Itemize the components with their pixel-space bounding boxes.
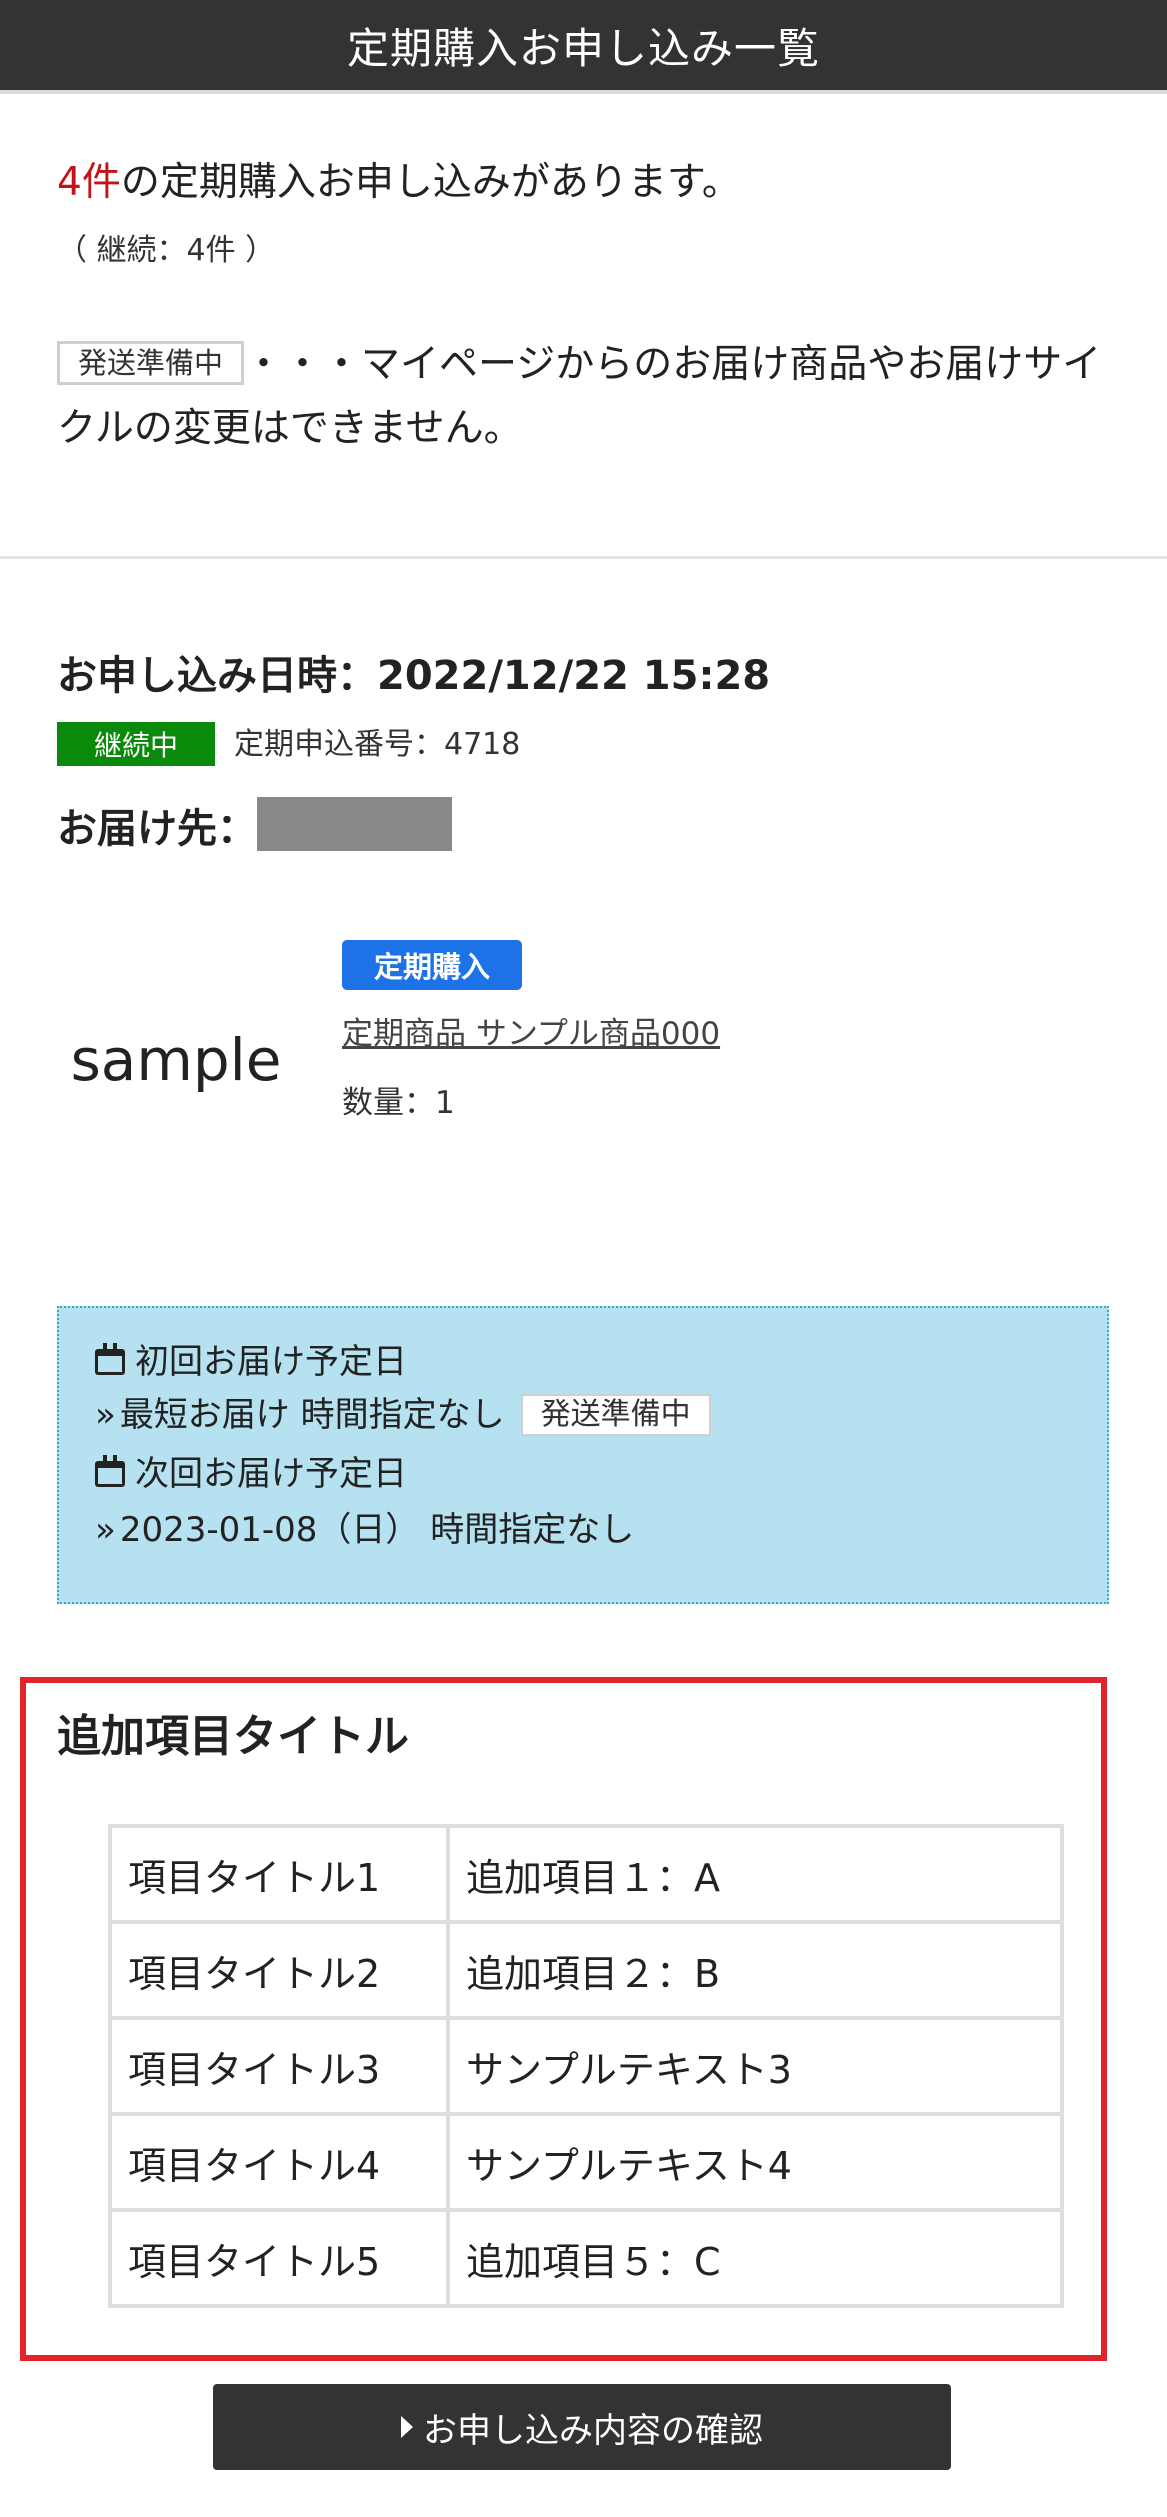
summary-section: 4件の定期購入お申し込みがあります。 （ 継続：4件 ） 発送準備中 ・・・マイペ… — [57, 155, 1117, 461]
first-delivery-value-row: » 最短お届け 時間指定なし 発送準備中 — [95, 1394, 1107, 1436]
item-value-cell: サンプルテキスト4 — [446, 2112, 1064, 2212]
page-header: 定期購入お申し込み一覧 — [0, 0, 1167, 94]
item-title-cell: 項目タイトル4 — [108, 2112, 450, 2212]
product-image-text: sample — [70, 1026, 282, 1094]
calendar-icon — [95, 1343, 125, 1375]
order-date: お申し込み日時：2022/12/22 15:28 — [57, 653, 771, 699]
item-title-cell: 項目タイトル5 — [108, 2208, 450, 2308]
first-delivery-label: 初回お届け予定日 — [135, 1342, 407, 1382]
next-delivery-label-row: 次回お届け予定日 — [95, 1454, 1107, 1494]
table-row: 項目タイトル5 追加項目５：C — [108, 2208, 1064, 2308]
product-image: sample — [60, 990, 292, 1130]
item-value-cell: サンプルテキスト3 — [446, 2016, 1064, 2116]
order-number: 定期申込番号：4718 — [234, 727, 521, 762]
status-badge: 継続中 — [57, 722, 215, 766]
table-row: 項目タイトル2 追加項目２：B — [108, 1920, 1064, 2020]
item-title-cell: 項目タイトル3 — [108, 2016, 450, 2116]
additional-items-table: 項目タイトル1 追加項目１：A 項目タイトル2 追加項目２：B 項目タイトル3 … — [108, 1824, 1064, 2308]
next-delivery-value-row: » 2023-01-08（日） 時間指定なし — [95, 1510, 1107, 1550]
section-divider — [0, 556, 1167, 559]
shipping-prep-chip: 発送準備中 — [520, 1394, 711, 1436]
double-chevron-right-icon: » — [95, 1510, 116, 1550]
order-count: 4件 — [57, 160, 121, 205]
item-value-cell: 追加項目２：B — [446, 1920, 1064, 2020]
double-chevron-right-icon: » — [95, 1395, 116, 1435]
destination-redacted-value — [257, 797, 452, 851]
summary-message-text: の定期購入お申し込みがあります。 — [120, 160, 741, 205]
destination-label: お届け先： — [57, 806, 257, 852]
item-value-cell: 追加項目１：A — [446, 1824, 1064, 1924]
delivery-schedule-box: 初回お届け予定日 » 最短お届け 時間指定なし 発送準備中 次回お届け予定日 »… — [57, 1306, 1109, 1604]
calendar-icon — [95, 1455, 125, 1487]
additional-items-title: 追加項目タイトル — [57, 1711, 409, 1762]
first-delivery-label-row: 初回お届け予定日 — [95, 1342, 1107, 1382]
next-delivery-label: 次回お届け予定日 — [135, 1454, 407, 1494]
confirm-order-button[interactable]: お申し込み内容の確認 — [213, 2384, 951, 2470]
continuing-count: （ 継続：4件 ） — [57, 233, 276, 268]
item-title-cell: 項目タイトル1 — [108, 1824, 450, 1924]
shipping-prep-chip: 発送準備中 — [57, 340, 245, 385]
summary-message: 4件の定期購入お申し込みがあります。 — [57, 155, 1117, 211]
first-delivery-value: 最短お届け 時間指定なし — [119, 1395, 505, 1435]
confirm-order-label: お申し込み内容の確認 — [423, 2410, 763, 2451]
next-delivery-value: 2023-01-08（日） 時間指定なし — [119, 1510, 635, 1550]
item-value-cell: 追加項目５：C — [446, 2208, 1064, 2308]
table-row: 項目タイトル4 サンプルテキスト4 — [108, 2112, 1064, 2212]
table-row: 項目タイトル3 サンプルテキスト3 — [108, 2016, 1064, 2116]
legend-note: 発送準備中 ・・・マイページからのお届け商品やお届けサイクルの変更はできません。 — [57, 333, 1117, 461]
item-title-cell: 項目タイトル2 — [108, 1920, 450, 2020]
table-row: 項目タイトル1 追加項目１：A — [108, 1824, 1064, 1924]
caret-right-icon — [401, 2416, 413, 2438]
page-title: 定期購入お申し込み一覧 — [346, 23, 820, 73]
product-quantity: 数量：1 — [342, 1085, 455, 1121]
product-name-link[interactable]: 定期商品 サンプル商品000 — [342, 1008, 720, 1053]
subscription-tag: 定期購入 — [342, 940, 522, 990]
